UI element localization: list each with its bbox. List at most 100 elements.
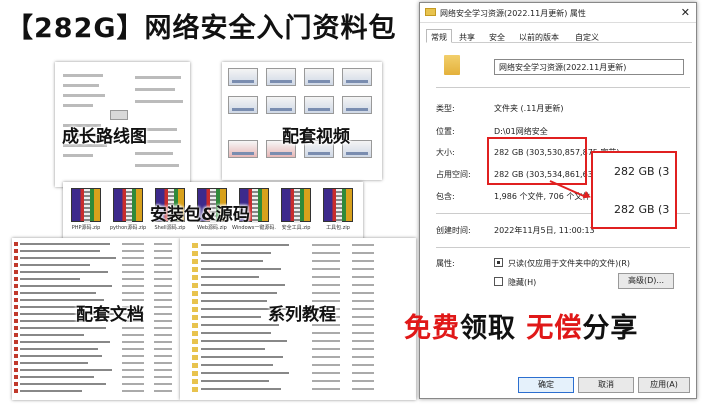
video-thumbnail [342, 96, 372, 114]
list-item [14, 284, 176, 288]
list-item [192, 339, 412, 344]
location-label: 位置: [436, 127, 455, 136]
zip-file-name: Shell源码.zip [154, 225, 186, 231]
mindmap-branch [63, 104, 93, 107]
video-thumbnail [228, 140, 258, 158]
list-item [14, 340, 176, 344]
list-item [14, 333, 176, 337]
mindmap-branch [135, 100, 183, 103]
divider [436, 87, 690, 88]
list-item [192, 387, 412, 392]
folder-large-icon [444, 55, 460, 75]
slogan-get: 领取 [460, 313, 527, 344]
type-value: 文件夹 (.11月更新) [494, 104, 564, 113]
list-item [192, 267, 412, 272]
slogan-free: 免费 [404, 313, 460, 344]
size-highlight-box [487, 137, 587, 185]
label-courses: 系列教程 [268, 305, 336, 325]
list-item [192, 371, 412, 376]
readonly-label: 只读(仅应用于文件夹中的文件)(R) [508, 259, 631, 268]
zip-file-name: Web源码.zip [197, 225, 227, 231]
video-thumbnail [304, 96, 334, 114]
slogan-share: 分享 [582, 313, 639, 344]
list-item [192, 283, 412, 288]
zip-file-name: PHP源码.zip [71, 225, 101, 231]
mindmap-branch [135, 76, 181, 79]
mindmap-branch [135, 164, 179, 167]
list-item [14, 375, 176, 379]
label-mindmap: 成长路线图 [62, 127, 147, 147]
advanced-button[interactable]: 高级(D)... [618, 273, 674, 289]
list-item [192, 243, 412, 248]
list-item [14, 326, 176, 330]
type-label: 类型: [436, 104, 455, 113]
tab-sharing[interactable]: 共享 [454, 29, 480, 43]
zip-file-name: Windows一键源码.zip [232, 225, 276, 231]
list-item [192, 275, 412, 280]
hidden-label: 隐藏(H) [508, 278, 537, 287]
video-thumbnail [228, 68, 258, 86]
tab-general[interactable]: 常规 [426, 29, 452, 43]
created-label: 创建时间: [436, 226, 471, 235]
mindmap-branch [63, 154, 93, 157]
dialog-title: 网络安全学习资源(2022.11月更新) 属性 [440, 9, 586, 18]
tab-previous-versions[interactable]: 以前的版本 [514, 29, 564, 43]
winrar-archive-icon [323, 188, 353, 223]
apply-button[interactable]: 应用(A) [638, 377, 690, 393]
tab-security[interactable]: 安全 [484, 29, 510, 43]
winrar-archive-icon [281, 188, 311, 223]
size-label: 大小: [436, 148, 455, 157]
label-videos: 配套视频 [282, 127, 350, 147]
folder-icon [425, 8, 436, 16]
mindmap-branch [63, 74, 103, 77]
video-thumbnails-panel [222, 62, 382, 180]
ok-button[interactable]: 确定 [518, 377, 574, 393]
readonly-checkbox[interactable] [494, 258, 503, 267]
list-item [192, 347, 412, 352]
list-item [14, 347, 176, 351]
list-item [14, 389, 176, 393]
list-item [14, 382, 176, 386]
list-item [14, 277, 176, 281]
list-item [14, 361, 176, 365]
created-value: 2022年11月5日, 11:00:13 [494, 226, 595, 235]
list-item [192, 363, 412, 368]
zip-file-name: 工具包.zip [326, 225, 350, 231]
promo-slogan: 免费领取 无偿分享 [404, 306, 638, 345]
attributes-label: 属性: [436, 259, 455, 268]
mindmap-hub [110, 110, 128, 120]
label-tools: 安装包&源码 [150, 205, 250, 225]
close-icon[interactable]: ✕ [681, 6, 690, 19]
list-item [192, 379, 412, 384]
list-item [14, 249, 176, 253]
screenshot-root: 【282G】网络安全入门资料包 PHP源码.zip python源码.zip S… [0, 0, 720, 405]
list-item [192, 251, 412, 256]
zip-file-name: python源码.zip [109, 225, 147, 231]
winrar-archive-icon [71, 188, 101, 223]
video-thumbnail [266, 96, 296, 114]
zoom-size-value: 282 GB (3 [614, 165, 670, 178]
list-item [192, 259, 412, 264]
list-item [14, 242, 176, 246]
label-docs: 配套文档 [76, 305, 144, 325]
video-thumbnail [228, 96, 258, 114]
divider [436, 247, 690, 248]
mindmap-branch [135, 88, 175, 91]
video-thumbnail [342, 68, 372, 86]
zoom-disk-value: 282 GB (3 [614, 203, 670, 216]
location-value: D:\01网络安全 [494, 127, 548, 136]
mindmap-branch [63, 84, 99, 87]
list-item [192, 331, 412, 336]
dialog-titlebar[interactable]: 网络安全学习资源(2022.11月更新) 属性 ✕ [420, 3, 696, 23]
cancel-button[interactable]: 取消 [578, 377, 634, 393]
winrar-archive-icon [113, 188, 143, 223]
hidden-checkbox[interactable] [494, 277, 503, 286]
list-item [192, 355, 412, 360]
zip-file-name: 安全工具.zip [281, 225, 311, 231]
list-item [14, 270, 176, 274]
mindmap-branch [135, 152, 173, 155]
list-item [192, 291, 412, 296]
tab-customize[interactable]: 自定义 [570, 29, 604, 43]
video-thumbnail [266, 68, 296, 86]
folder-name-field[interactable]: 网络安全学习资源(2022.11月更新) [494, 59, 684, 75]
